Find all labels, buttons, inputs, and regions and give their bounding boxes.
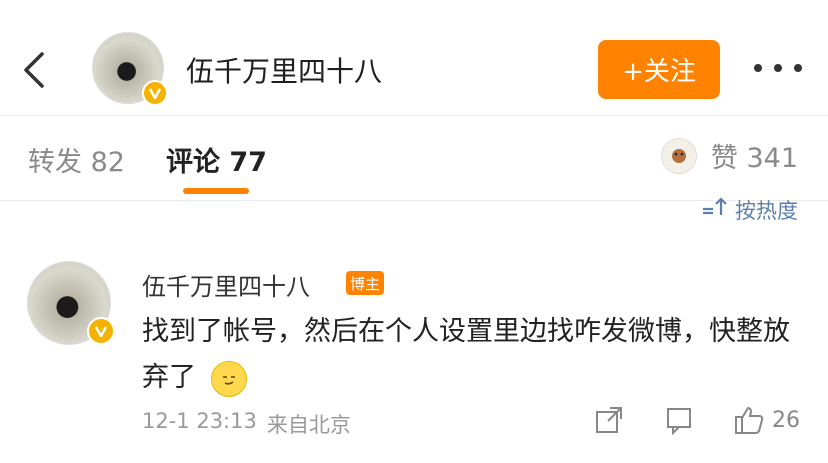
comment-meta: 12-1 23:13 来自北京 — [142, 409, 351, 439]
comment-icon — [667, 408, 691, 435]
comment-source: 来自北京 — [266, 413, 351, 437]
comment-time: 12-1 23:13 — [142, 409, 257, 433]
comment-text: 找到了帐号，然后在个人设置里边找咋发微博，快整放弃了 — [142, 309, 802, 401]
smirk-emoji-icon — [210, 360, 247, 397]
like-count: 赞 341 — [710, 143, 798, 174]
follow-button[interactable]: +关注 — [598, 40, 720, 99]
active-tab-indicator — [183, 188, 249, 194]
comment-author[interactable]: 伍千万里四十八 — [142, 267, 310, 302]
comment-item: 伍千万里四十八 博主 找到了帐号，然后在个人设置里边找咋发微博，快整放弃了 12… — [0, 255, 828, 463]
tab-bar: 转发 82 评论 77 赞 341 — [0, 116, 828, 201]
like-count: 26 — [772, 407, 800, 433]
like-emoji-icon — [660, 137, 697, 174]
avatar[interactable] — [92, 32, 168, 106]
like-button[interactable]: 26 — [734, 405, 800, 435]
tab-like[interactable]: 赞 341 — [660, 136, 798, 175]
username[interactable]: 伍千万里四十八 — [186, 50, 382, 90]
back-icon[interactable] — [20, 50, 50, 90]
verified-icon — [142, 80, 168, 106]
follow-label: +关注 — [622, 57, 696, 87]
comment-actions: 26 — [594, 405, 800, 435]
verified-icon — [87, 317, 115, 345]
sort-label: 按热度 — [735, 199, 798, 223]
more-options-icon[interactable] — [754, 58, 802, 78]
top-bar: 伍千万里四十八 +关注 — [0, 0, 828, 116]
thumbs-up-icon — [735, 406, 764, 434]
tab-comment[interactable]: 评论 77 — [166, 140, 267, 179]
reply-button[interactable] — [664, 405, 694, 435]
share-icon — [596, 407, 622, 433]
sort-toggle[interactable]: 按热度 — [701, 195, 798, 225]
author-tag: 博主 — [346, 271, 385, 295]
share-button[interactable] — [594, 405, 624, 435]
sort-icon — [703, 197, 727, 215]
tab-repost[interactable]: 转发 82 — [28, 140, 125, 179]
comment-avatar[interactable] — [27, 261, 115, 347]
